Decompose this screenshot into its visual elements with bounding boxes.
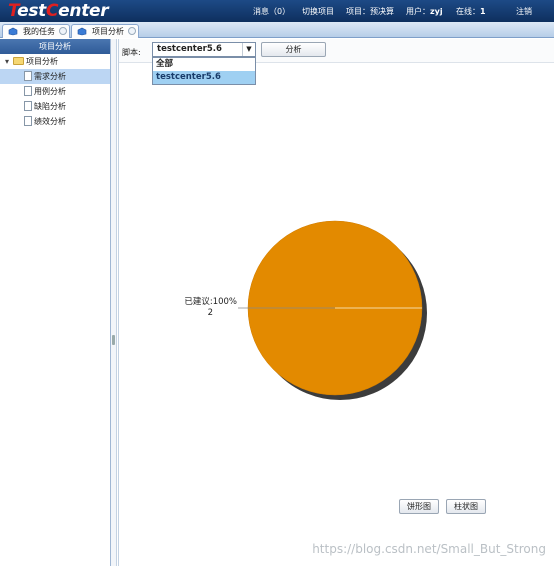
top-header: TestCenter 消息（0） 切换项目 项目：预决算 用户：zyj 在线：1… [0,0,554,22]
tab-project-analysis[interactable]: 项目分析 [71,24,139,38]
script-dropdown: 全部 testcenter5.6 [152,57,256,85]
tree-item-performance[interactable]: 绩效分析 [0,114,110,129]
left-panel: 项目分析 ▾ 项目分析 需求分析 用例分析 缺陷分析 绩效分析 [0,39,111,566]
tree-item-label: 需求分析 [34,72,66,81]
analyze-button[interactable]: 分析 [261,42,326,57]
chevron-down-icon[interactable]: ▼ [242,43,255,56]
close-icon[interactable] [59,27,67,35]
document-icon [24,71,32,81]
user-info: 用户：zyj [406,7,443,16]
tree-root[interactable]: ▾ 项目分析 [0,54,110,69]
tree-item-defects[interactable]: 缺陷分析 [0,99,110,114]
bar-chart-button[interactable]: 柱状图 [446,499,486,514]
tree-root-label: 项目分析 [26,57,58,66]
dropdown-option-testcenter[interactable]: testcenter5.6 [153,71,255,84]
splitter-grip-icon[interactable] [112,335,115,345]
script-select[interactable]: testcenter5.6 ▼ [152,42,256,57]
tab-label: 我的任务 [23,27,55,36]
tree-item-label: 用例分析 [34,87,66,96]
tasks-icon [8,27,18,36]
messages-link[interactable]: 消息（0） [253,6,290,17]
pie-chart-button[interactable]: 饼形图 [399,499,439,514]
close-icon[interactable] [128,27,136,35]
chart-area: 已建议:100% 2 饼形图 柱状图 [119,64,554,566]
tree-item-label: 绩效分析 [34,117,66,126]
panel-splitter[interactable] [111,39,117,566]
expand-arrow-icon[interactable]: ▾ [5,54,13,69]
tab-label: 项目分析 [92,27,124,36]
document-icon [24,86,32,96]
online-info: 在线：1 [456,7,486,16]
tree-item-label: 缺陷分析 [34,102,66,111]
slice-label: 已建议:100% 2 [159,297,237,319]
main-content: 脚本: testcenter5.6 ▼ 分析 全部 testcenter5.6 … [118,39,554,566]
switch-project-link[interactable]: 切换项目 [302,6,334,17]
tree-item-test-cases[interactable]: 用例分析 [0,84,110,99]
folder-icon [13,57,24,65]
tab-strip: 我的任务 项目分析 [0,22,554,38]
analysis-icon [77,27,87,36]
slice-percent-label: 已建议:100% [184,297,237,307]
tab-my-tasks[interactable]: 我的任务 [2,24,70,38]
logout-link[interactable]: 注销 [516,6,532,17]
document-icon [24,116,32,126]
select-value: testcenter5.6 [157,44,222,54]
app-logo: TestCenter [8,1,109,21]
dropdown-option-all[interactable]: 全部 [153,58,255,71]
project-label: 项目：预决算 [346,7,394,16]
document-icon [24,101,32,111]
slice-value-label: 2 [207,308,213,318]
panel-title: 项目分析 [0,39,110,54]
watermark: https://blog.csdn.net/Small_But_Strong [312,542,546,556]
script-label: 脚本: [122,48,141,57]
tree-item-requirements[interactable]: 需求分析 [0,69,110,84]
